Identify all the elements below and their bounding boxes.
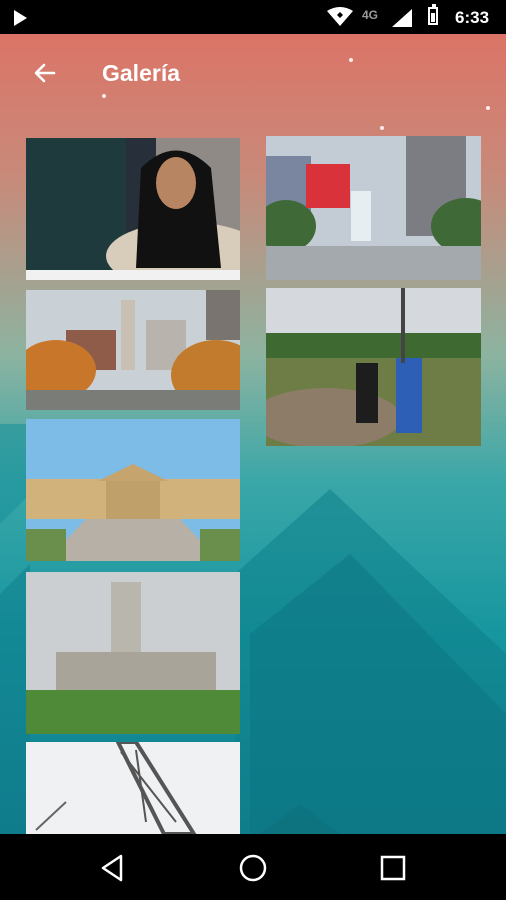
photo-radio-tower[interactable]	[26, 742, 240, 834]
photo-love-sculpture[interactable]	[266, 136, 481, 280]
wifi-icon	[327, 7, 353, 26]
home-circle-icon[interactable]	[237, 852, 269, 884]
app-toolbar: Galería	[0, 34, 506, 114]
photo-city-hall-avenue[interactable]	[26, 290, 240, 410]
signal-icon	[392, 9, 412, 27]
recents-square-icon[interactable]	[377, 852, 409, 884]
photo-woman-portrait[interactable]	[26, 138, 240, 280]
network-type-label: 4G	[362, 8, 379, 22]
sparkle	[380, 126, 384, 130]
status-bar: 4G 6:33	[0, 0, 506, 34]
back-triangle-icon[interactable]	[97, 852, 129, 884]
photo-park-field[interactable]	[266, 288, 481, 446]
battery-icon	[428, 4, 438, 25]
photo-tower-building[interactable]	[26, 572, 240, 734]
arrow-back-icon[interactable]	[32, 60, 58, 86]
sparkle	[349, 58, 353, 62]
sparkle	[486, 106, 490, 110]
page-title: Galería	[102, 60, 180, 86]
photo-art-museum[interactable]	[26, 419, 240, 561]
sparkle	[102, 94, 106, 98]
play-store-icon	[14, 10, 27, 26]
clock: 6:33	[455, 8, 490, 27]
system-navigation-bar	[0, 834, 506, 900]
gallery-screen: Galería	[0, 34, 506, 834]
